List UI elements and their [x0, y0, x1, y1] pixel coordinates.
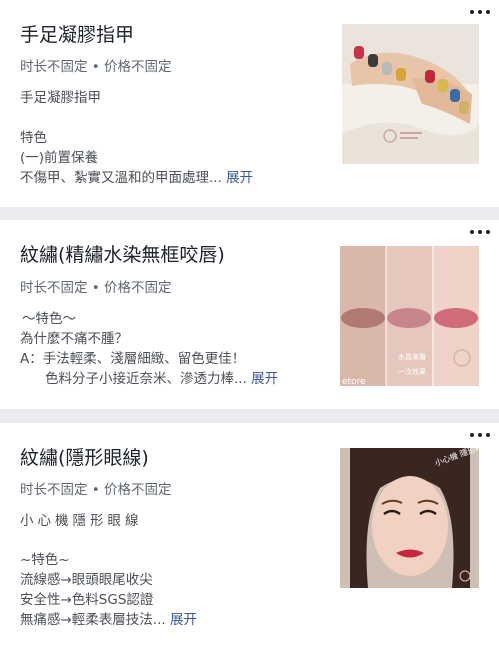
- description-line: 安全性→色料SGS認證: [20, 592, 154, 608]
- service-description: ～特色～ 為什麼不痛不腫？ A：手法輕柔、淺層細緻、留色更佳！ 色料分子小接近奈…: [20, 309, 278, 389]
- description-line: ~特色~: [20, 552, 70, 568]
- description-line: A：手法輕柔、淺層細緻、留色更佳！: [20, 351, 246, 367]
- eyeliner-portrait-photo[interactable]: 小心機 隱形眼線: [340, 448, 479, 588]
- nail-art-photo[interactable]: [342, 24, 479, 164]
- expand-link[interactable]: 展开: [251, 371, 278, 387]
- description-subtitle: 小心機隱形眼線: [20, 513, 143, 529]
- description-line: 無痛感→輕柔表層技法... 展开: [20, 612, 197, 628]
- service-card[interactable]: 紋繡(精繡水染無框咬唇) 时长不固定 • 价格不固定 ～特色～ 為什麼不痛不腫？…: [0, 220, 499, 409]
- expand-link[interactable]: 展开: [226, 170, 253, 186]
- description-subtitle: 手足凝膠指甲: [20, 90, 101, 106]
- image-caption: 水晶漸層: [398, 352, 426, 361]
- service-card[interactable]: 手足凝膠指甲 时长不固定 • 价格不固定 手足凝膠指甲 特色 (一)前置保養 不…: [0, 0, 499, 207]
- image-caption: 一次效果: [398, 367, 426, 376]
- service-meta: 时长不固定 • 价格不固定: [20, 59, 172, 75]
- description-line: 不傷甲、紮實又溫和的甲面處理... 展开: [20, 170, 254, 186]
- more-options-icon[interactable]: [470, 228, 490, 236]
- service-title[interactable]: 紋繡(隱形眼線): [20, 443, 149, 470]
- description-line: 為什麼不痛不腫？: [20, 331, 128, 347]
- description-line: 特色: [20, 130, 47, 146]
- service-title[interactable]: 手足凝膠指甲: [20, 20, 134, 47]
- description-line: (一)前置保養: [20, 150, 99, 166]
- description-line: ～特色～: [22, 311, 76, 327]
- expand-link[interactable]: 展开: [170, 612, 197, 628]
- service-meta: 时长不固定 • 价格不固定: [20, 482, 172, 498]
- image-watermark: etore: [342, 377, 366, 386]
- description-line: 色料分子小接近奈米、滲透力棒... 展开: [45, 371, 279, 387]
- more-options-icon[interactable]: [470, 8, 490, 16]
- service-description: 小心機隱形眼線 ~特色~ 流線感→眼頭眼尾收尖 安全性→色料SGS認證 無痛感→…: [20, 511, 197, 630]
- service-card[interactable]: 紋繡(隱形眼線) 时长不固定 • 价格不固定 小心機隱形眼線 ~特色~ 流線感→…: [0, 423, 499, 654]
- service-title[interactable]: 紋繡(精繡水染無框咬唇): [20, 240, 225, 267]
- description-line: 流線感→眼頭眼尾收尖: [20, 572, 153, 588]
- service-description: 手足凝膠指甲 特色 (一)前置保養 不傷甲、紮實又溫和的甲面處理... 展开: [20, 88, 253, 188]
- service-meta: 时长不固定 • 价格不固定: [20, 280, 172, 296]
- more-options-icon[interactable]: [470, 431, 490, 439]
- lip-tattoo-photo[interactable]: 水晶漸層 一次效果 etore: [340, 246, 479, 386]
